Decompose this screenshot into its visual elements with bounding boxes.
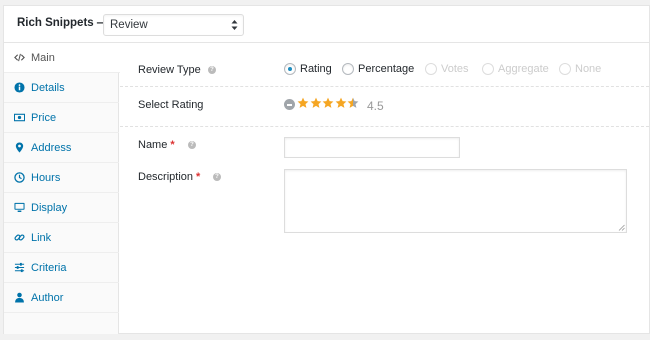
radio-none: None — [559, 63, 601, 75]
tab-label: Criteria — [31, 261, 67, 274]
tab-label: Price — [31, 111, 57, 124]
clock-icon — [14, 172, 25, 183]
tab-label: Details — [31, 81, 65, 94]
tab-main[interactable]: Main — [4, 43, 120, 73]
tab-label: Link — [31, 231, 52, 244]
radio-aggregate: Aggregate — [482, 63, 549, 75]
tab-details[interactable]: Details — [4, 73, 119, 103]
radio-percentage[interactable]: Percentage — [342, 63, 414, 75]
description-label-text: Description — [138, 171, 194, 183]
review-type-label: Review Type — [138, 64, 201, 76]
info-icon — [14, 82, 25, 93]
tab-author[interactable]: Author — [4, 283, 119, 313]
tab-label: Author — [31, 291, 64, 304]
tab-display[interactable]: Display — [4, 193, 119, 223]
clear-rating-icon[interactable] — [284, 99, 295, 110]
required-marker: * — [170, 139, 175, 151]
description-textarea[interactable] — [284, 169, 627, 233]
name-input[interactable] — [284, 137, 460, 158]
sliders-icon — [14, 262, 25, 273]
star-icon[interactable] — [322, 97, 334, 109]
radio-votes: Votes — [425, 63, 469, 75]
panel-header: Rich Snippets — Review — [4, 6, 649, 43]
radio-label: None — [575, 63, 602, 75]
snippet-type-value: Review — [110, 19, 148, 31]
code-icon — [14, 52, 25, 63]
rating-value: 4.5 — [367, 99, 384, 113]
help-icon[interactable]: ? — [188, 141, 196, 149]
user-icon — [14, 292, 25, 303]
star-icon[interactable] — [310, 97, 322, 109]
radio-circle — [482, 63, 494, 75]
snippet-type-select[interactable]: Review — [103, 14, 244, 36]
help-icon[interactable]: ? — [213, 173, 221, 181]
resize-grip-icon[interactable] — [618, 224, 625, 231]
description-label: Description * — [138, 171, 200, 183]
radio-label: Votes — [441, 63, 469, 75]
monitor-icon — [14, 202, 25, 213]
sidebar: Main Details Price Address Hours Display… — [4, 43, 120, 334]
tab-address[interactable]: Address — [4, 133, 119, 163]
star-icon[interactable] — [347, 97, 359, 109]
radio-label: Rating — [300, 63, 332, 75]
tab-price[interactable]: Price — [4, 103, 119, 133]
name-label-text: Name — [138, 139, 168, 151]
tab-label: Hours — [31, 171, 61, 184]
map-marker-icon — [14, 142, 25, 153]
required-marker: * — [196, 171, 201, 183]
radio-circle — [559, 63, 571, 75]
money-icon — [14, 112, 25, 123]
radio-circle — [342, 63, 354, 75]
panel-title: Rich Snippets — — [17, 17, 109, 29]
star-rating[interactable] — [297, 97, 360, 109]
radio-label: Aggregate — [498, 63, 549, 75]
select-arrows-icon — [231, 20, 238, 30]
radio-circle — [425, 63, 437, 75]
radio-label: Percentage — [358, 63, 415, 75]
row-divider — [120, 86, 649, 87]
tab-label: Main — [31, 51, 55, 64]
link-icon — [14, 232, 25, 243]
star-icon[interactable] — [335, 97, 347, 109]
select-rating-label: Select Rating — [138, 99, 204, 111]
radio-circle — [284, 63, 296, 75]
help-icon[interactable]: ? — [208, 66, 216, 74]
tab-label: Address — [31, 141, 72, 154]
star-icon[interactable] — [297, 97, 309, 109]
row-divider — [120, 126, 649, 127]
rich-snippets-panel: Rich Snippets — Review Main Details Pric… — [3, 5, 650, 334]
tab-criteria[interactable]: Criteria — [4, 253, 119, 283]
tab-label: Display — [31, 201, 68, 214]
tab-hours[interactable]: Hours — [4, 163, 119, 193]
tab-link[interactable]: Link — [4, 223, 119, 253]
name-label: Name * — [138, 139, 175, 151]
radio-rating[interactable]: Rating — [284, 63, 332, 75]
